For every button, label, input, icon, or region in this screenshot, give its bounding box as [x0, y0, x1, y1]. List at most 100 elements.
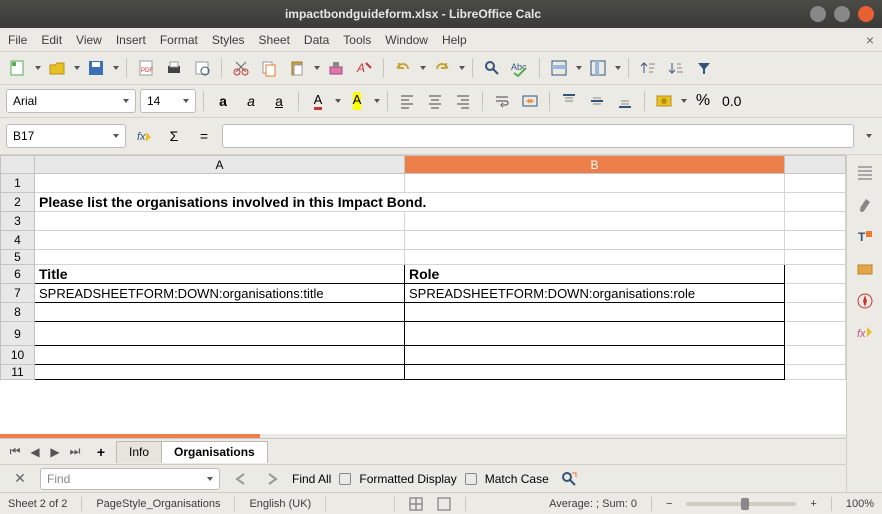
- spellcheck-button[interactable]: Abc: [508, 56, 532, 80]
- font-color-button[interactable]: A: [306, 89, 330, 113]
- wrap-text-button[interactable]: [490, 89, 514, 113]
- clone-formatting-button[interactable]: [324, 56, 348, 80]
- align-left-button[interactable]: [395, 89, 419, 113]
- menu-format[interactable]: Format: [160, 33, 198, 47]
- column-dropdown[interactable]: [615, 66, 621, 70]
- zoom-slider[interactable]: [686, 502, 796, 506]
- match-case-checkbox[interactable]: [465, 473, 477, 485]
- formatted-display-checkbox[interactable]: [339, 473, 351, 485]
- sidebar-navigator-icon[interactable]: [853, 257, 877, 281]
- tab-next-button[interactable]: ▶: [46, 443, 64, 461]
- sidebar-navigator2-icon[interactable]: [853, 289, 877, 313]
- menu-styles[interactable]: Styles: [212, 33, 245, 47]
- tab-prev-button[interactable]: ◀: [26, 443, 44, 461]
- document-close-button[interactable]: ×: [866, 32, 874, 48]
- cell-B10[interactable]: [405, 346, 785, 365]
- close-findbar-button[interactable]: ✕: [8, 467, 32, 491]
- number-format-button[interactable]: 0.0: [719, 89, 744, 113]
- bold-button[interactable]: a: [211, 89, 235, 113]
- underline-button[interactable]: a: [267, 89, 291, 113]
- cell-A10[interactable]: [35, 346, 405, 365]
- sidebar-properties-icon[interactable]: [853, 161, 877, 185]
- formula-equals-button[interactable]: =: [192, 124, 216, 148]
- save-button[interactable]: [84, 56, 108, 80]
- cell-A4[interactable]: [35, 231, 405, 250]
- cell-A1[interactable]: [35, 174, 405, 193]
- open-button[interactable]: [45, 56, 69, 80]
- align-right-button[interactable]: [451, 89, 475, 113]
- cell-A8[interactable]: [35, 303, 405, 322]
- row-header-4[interactable]: 4: [1, 231, 35, 250]
- cell-A7[interactable]: SPREADSHEETFORM:DOWN:organisations:title: [35, 284, 405, 303]
- autofilter-button[interactable]: [692, 56, 716, 80]
- sum-button[interactable]: Σ: [162, 124, 186, 148]
- cell-B5[interactable]: [405, 250, 785, 265]
- cell-B6[interactable]: Role: [405, 265, 785, 284]
- sort-asc-button[interactable]: [636, 56, 660, 80]
- redo-dropdown[interactable]: [459, 66, 465, 70]
- cut-button[interactable]: [229, 56, 253, 80]
- row-header-8[interactable]: 8: [1, 303, 35, 322]
- column-header-extra[interactable]: [785, 156, 846, 174]
- status-aggregate[interactable]: Average: ; Sum: 0: [549, 498, 637, 510]
- window-maximize-button[interactable]: [834, 6, 850, 22]
- undo-button[interactable]: [391, 56, 415, 80]
- menu-insert[interactable]: Insert: [116, 33, 146, 47]
- row-header-3[interactable]: 3: [1, 212, 35, 231]
- sidebar-functions-icon[interactable]: fx: [853, 321, 877, 345]
- copy-button[interactable]: [257, 56, 281, 80]
- cell-B8[interactable]: [405, 303, 785, 322]
- clear-formatting-button[interactable]: A: [352, 56, 376, 80]
- find-input[interactable]: Find: [40, 468, 220, 490]
- cell-A2[interactable]: Please list the organisations involved i…: [35, 193, 785, 212]
- italic-button[interactable]: a: [239, 89, 263, 113]
- save-dropdown[interactable]: [113, 66, 119, 70]
- sidebar-styles-icon[interactable]: [853, 193, 877, 217]
- cell-A3[interactable]: [35, 212, 405, 231]
- sort-desc-button[interactable]: [664, 56, 688, 80]
- cell-A5[interactable]: [35, 250, 405, 265]
- row-dropdown[interactable]: [576, 66, 582, 70]
- select-all-corner[interactable]: [1, 156, 35, 174]
- currency-dropdown[interactable]: [681, 99, 687, 103]
- open-dropdown[interactable]: [74, 66, 80, 70]
- row-header-6[interactable]: 6: [1, 265, 35, 284]
- cell-A9[interactable]: [35, 322, 405, 346]
- print-button[interactable]: [162, 56, 186, 80]
- redo-button[interactable]: [430, 56, 454, 80]
- window-minimize-button[interactable]: [810, 6, 826, 22]
- find-replace-button[interactable]: [480, 56, 504, 80]
- font-name-combo[interactable]: Arial: [6, 89, 136, 113]
- function-wizard-button[interactable]: fx: [132, 124, 156, 148]
- zoom-value[interactable]: 100%: [846, 498, 874, 510]
- tab-last-button[interactable]: ⏭: [66, 443, 84, 461]
- cell-B1[interactable]: [405, 174, 785, 193]
- column-header-A[interactable]: A: [35, 156, 405, 174]
- zoom-in-button[interactable]: +: [810, 498, 816, 510]
- row-header-5[interactable]: 5: [1, 250, 35, 265]
- menu-data[interactable]: Data: [304, 33, 329, 47]
- menu-tools[interactable]: Tools: [343, 33, 371, 47]
- column-button[interactable]: [586, 56, 610, 80]
- paste-dropdown[interactable]: [314, 66, 320, 70]
- cell-B3[interactable]: [405, 212, 785, 231]
- currency-button[interactable]: [652, 89, 676, 113]
- menu-file[interactable]: File: [8, 33, 27, 47]
- undo-dropdown[interactable]: [420, 66, 426, 70]
- new-button[interactable]: [6, 56, 30, 80]
- new-dropdown[interactable]: [35, 66, 41, 70]
- menu-window[interactable]: Window: [385, 33, 428, 47]
- find-next-button[interactable]: [260, 467, 284, 491]
- formula-input[interactable]: [222, 124, 854, 148]
- window-close-button[interactable]: [858, 6, 874, 22]
- sidebar-gallery-icon[interactable]: T: [853, 225, 877, 249]
- row-header-10[interactable]: 10: [1, 346, 35, 365]
- sheet-tab-info[interactable]: Info: [116, 441, 162, 463]
- percent-button[interactable]: %: [691, 89, 715, 113]
- print-preview-button[interactable]: [190, 56, 214, 80]
- find-replace-open-button[interactable]: [557, 467, 581, 491]
- tab-first-button[interactable]: ⏮: [6, 443, 24, 461]
- find-all-button[interactable]: Find All: [292, 472, 331, 486]
- highlight-color-dropdown[interactable]: [374, 99, 380, 103]
- row-header-2[interactable]: 2: [1, 193, 35, 212]
